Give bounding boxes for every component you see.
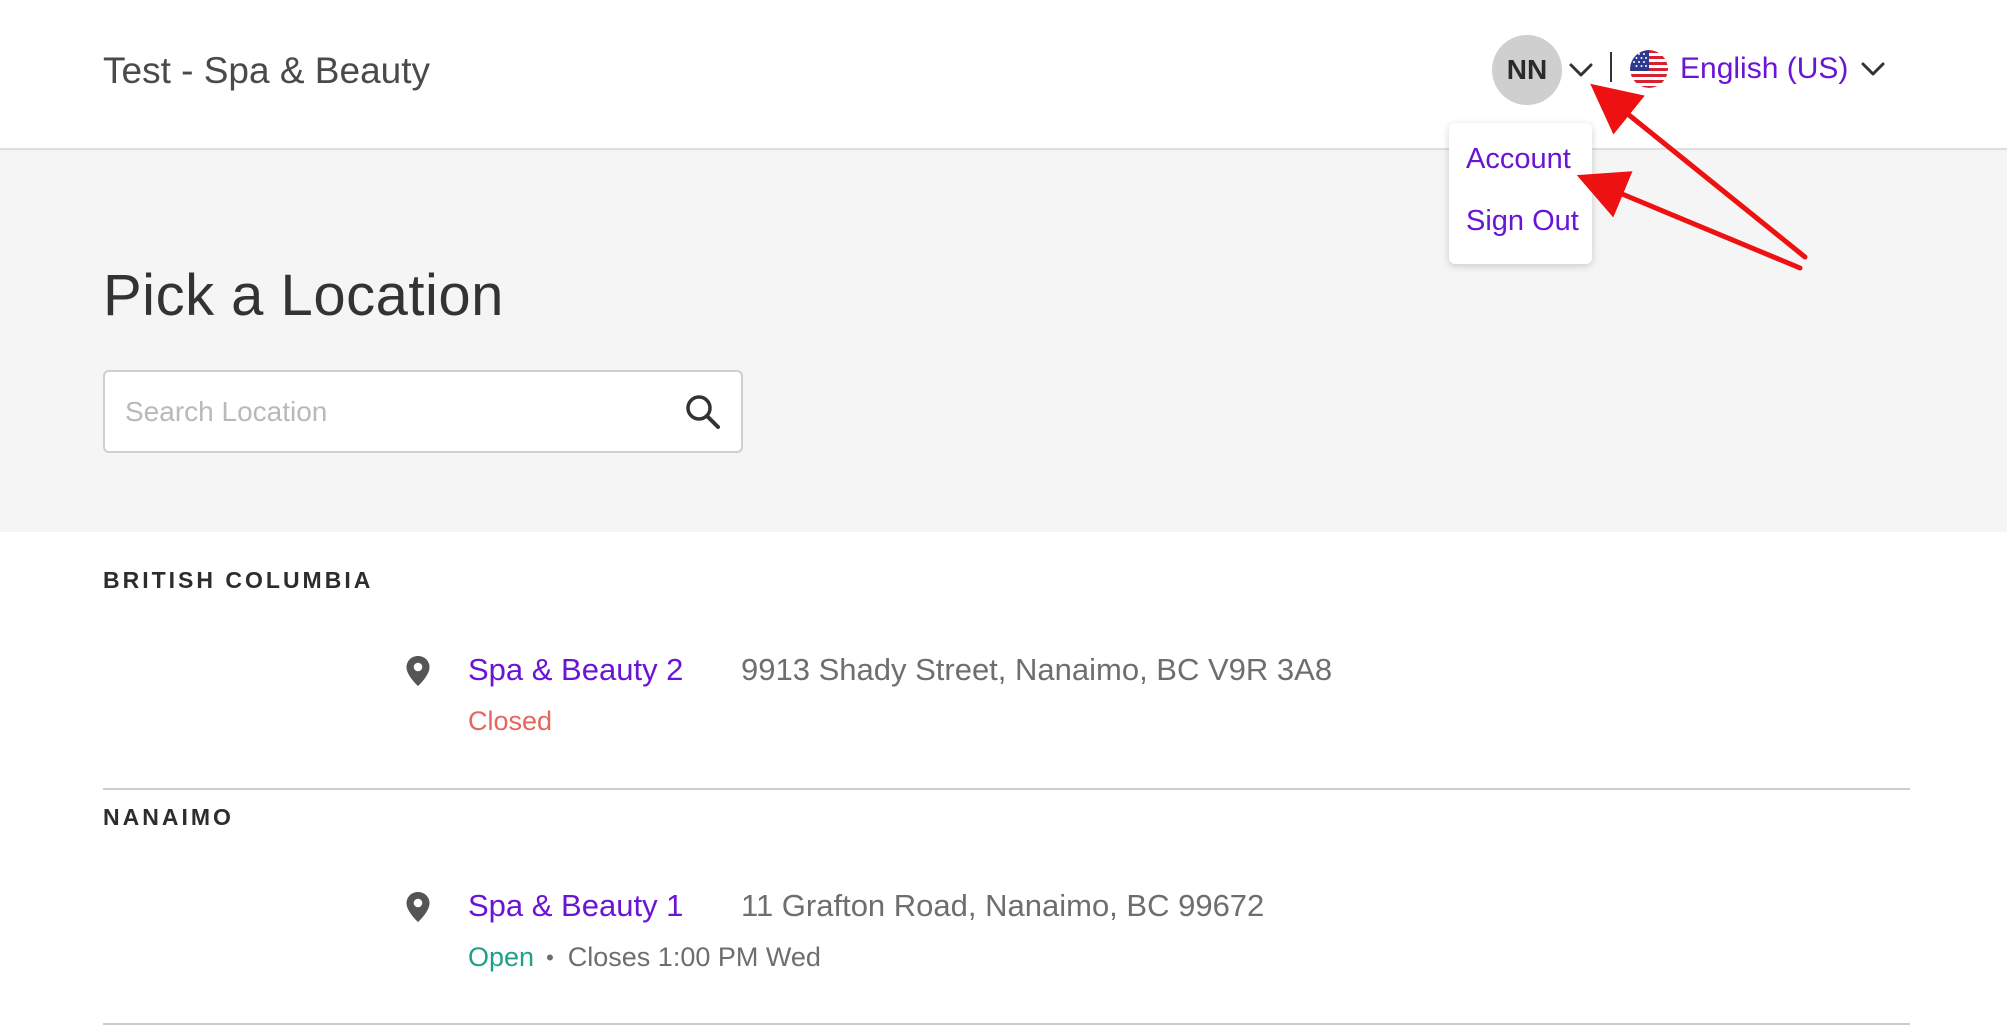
search-icon[interactable] (683, 392, 723, 432)
region-heading: BRITISH COLUMBIA (103, 567, 374, 593)
search-input[interactable] (125, 372, 665, 451)
row-divider (103, 788, 1910, 790)
status-open: Open (468, 942, 535, 972)
map-pin-icon (406, 892, 430, 922)
closing-time: Closes 1:00 PM Wed (567, 942, 821, 972)
header-divider (1610, 52, 1612, 82)
status-separator: • (546, 944, 554, 970)
business-name: Test - Spa & Beauty (103, 50, 431, 91)
location-item[interactable]: Spa & Beauty 2 9913 Shady Street, Nanaim… (7, 652, 1907, 752)
search-box (103, 370, 743, 453)
location-list: BRITISH COLUMBIA Spa & Beauty 2 9913 Sha… (7, 532, 2007, 1025)
location-address: 11 Grafton Road, Nanaimo, BC 99672 (741, 888, 1265, 923)
status-closed: Closed (468, 706, 553, 736)
map-pin-icon (406, 656, 430, 686)
location-status-row: Open • Closes 1:00 PM Wed (468, 942, 821, 973)
location-name-link[interactable]: Spa & Beauty 1 (468, 888, 683, 924)
hero-section: Pick a Location (0, 150, 2007, 532)
chevron-down-icon[interactable] (1566, 58, 1596, 82)
top-header: Test - Spa & Beauty NN English (US) (0, 0, 2007, 150)
region-heading: NANAIMO (103, 804, 234, 830)
sign-out-menu-item[interactable]: Sign Out (1466, 205, 1579, 238)
language-label: English (US) (1680, 52, 1849, 85)
chevron-down-icon (1861, 62, 1885, 76)
account-menu-item[interactable]: Account (1466, 143, 1571, 176)
user-avatar[interactable]: NN (1492, 35, 1562, 105)
page-title: Pick a Location (103, 263, 504, 328)
language-selector[interactable]: English (US) (1630, 48, 1888, 90)
location-status-row: Closed (468, 706, 552, 737)
location-name-link[interactable]: Spa & Beauty 2 (468, 652, 683, 688)
location-address: 9913 Shady Street, Nanaimo, BC V9R 3A8 (741, 652, 1333, 687)
us-flag-icon (1630, 50, 1668, 88)
location-item[interactable]: Spa & Beauty 1 11 Grafton Road, Nanaimo,… (7, 888, 1907, 988)
account-dropdown-menu: Account Sign Out (1449, 123, 1592, 264)
